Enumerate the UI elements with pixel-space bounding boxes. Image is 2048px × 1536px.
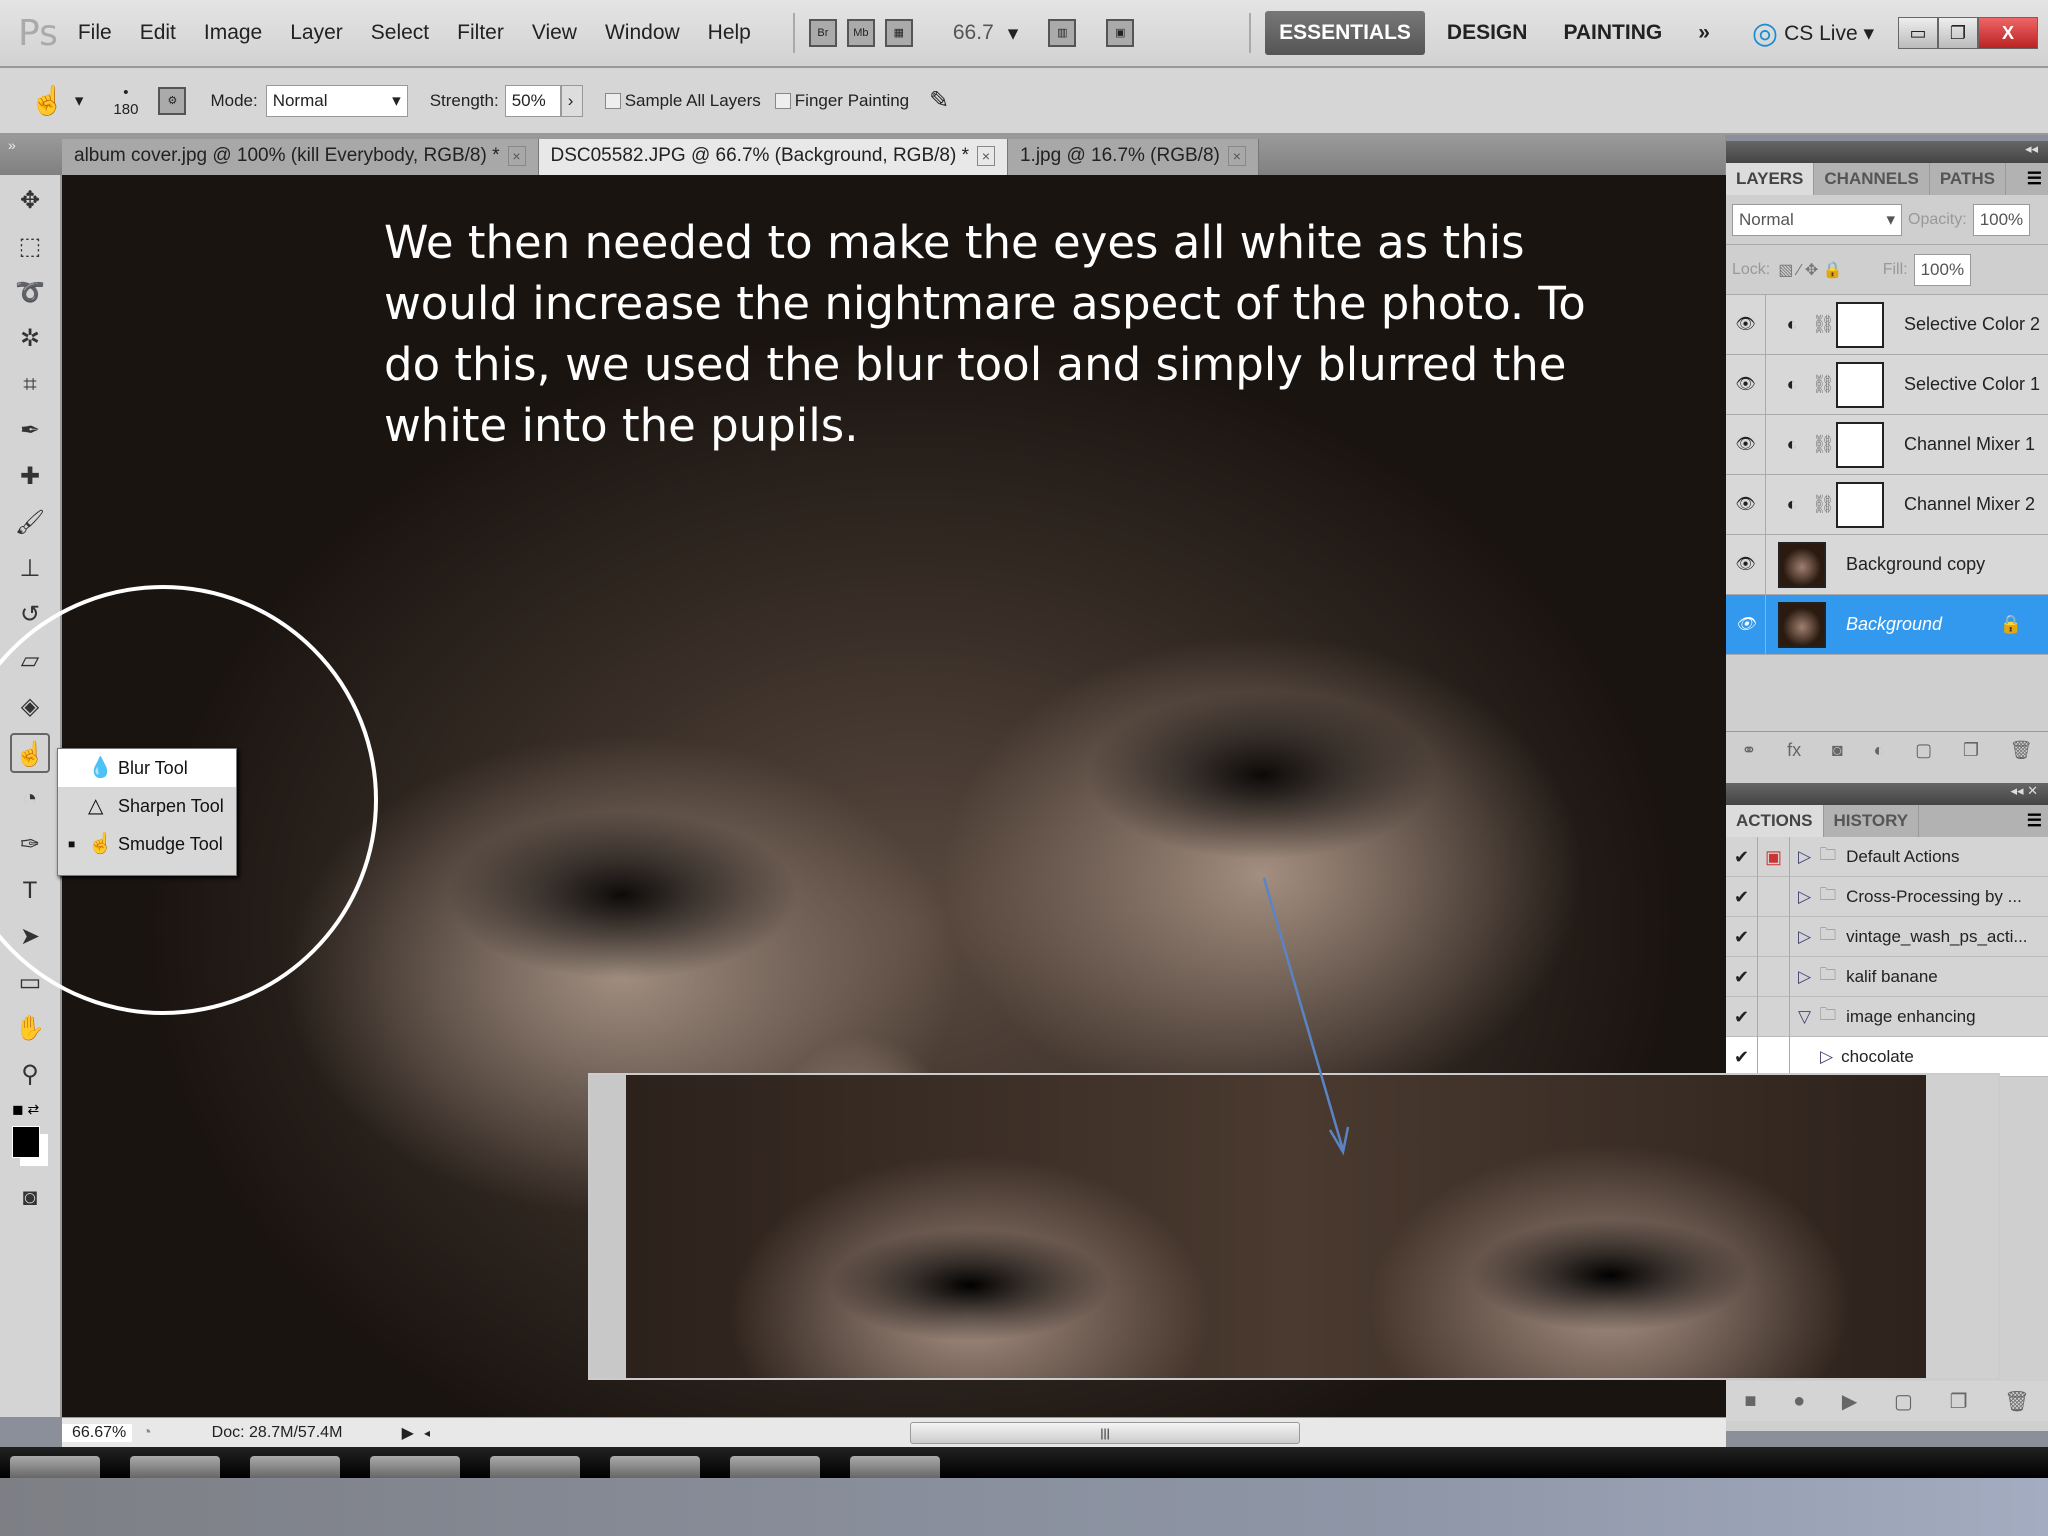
taskbar-item[interactable] <box>130 1456 220 1478</box>
arrow-annotation <box>1262 877 1350 1156</box>
zoom-readout[interactable]: 66.67% <box>62 1423 132 1442</box>
status-bar: 66.67% ◔ Doc: 28.7M/57.4M ▶ ◂ ||| <box>62 1417 1726 1447</box>
horizontal-scrollbar[interactable]: ||| <box>910 1421 1301 1444</box>
taskbar-item[interactable] <box>10 1456 100 1478</box>
arrow-line <box>1262 877 1345 1151</box>
taskbar-item[interactable] <box>490 1456 580 1478</box>
taskbar-item[interactable] <box>610 1456 700 1478</box>
status-icon: ◔ <box>142 1423 152 1441</box>
status-menu-arrow[interactable]: ▶ <box>402 1423 414 1443</box>
taskbar-item[interactable] <box>850 1456 940 1478</box>
taskbar-item[interactable] <box>730 1456 820 1478</box>
taskbar-item[interactable] <box>370 1456 460 1478</box>
taskbar <box>0 1447 2048 1478</box>
scroll-left-arrow[interactable]: ◂ <box>424 1426 430 1440</box>
doc-size: Doc: 28.7M/57.4M <box>211 1423 343 1441</box>
slide-bottom-band <box>0 1478 2048 1536</box>
taskbar-item[interactable] <box>250 1456 340 1478</box>
